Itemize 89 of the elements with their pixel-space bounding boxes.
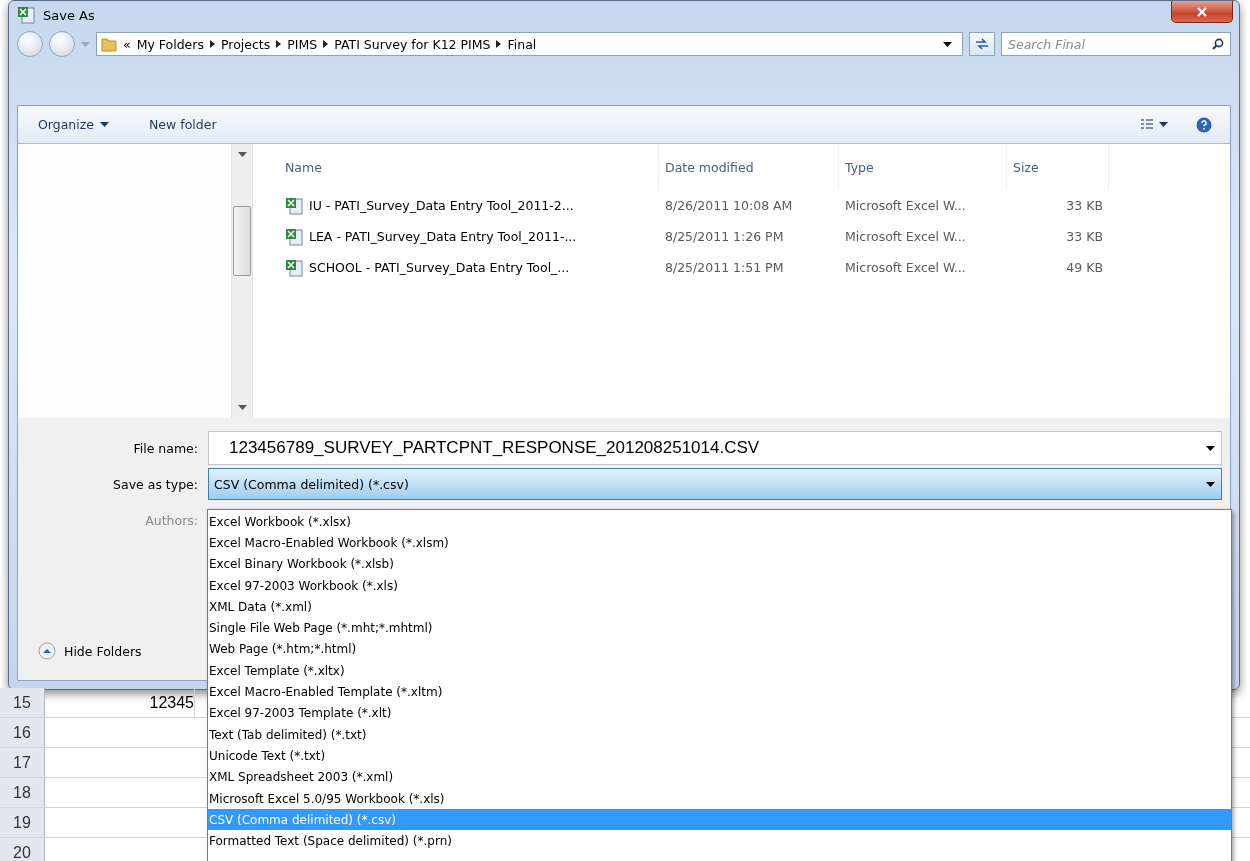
file-name[interactable]: SCHOOL - PATI_Survey_Data Entry Tool_... — [279, 252, 659, 283]
forward-button[interactable] — [49, 31, 75, 57]
file-type-option[interactable]: Formatted Text (Space delimited) (*.prn) — [208, 830, 1231, 852]
address-bar[interactable]: « My Folders Projects PIMS PATI Survey for K12 PIMS Final — [96, 32, 963, 56]
breadcrumb-overflow[interactable]: « — [123, 36, 131, 52]
caret-icon — [1159, 122, 1168, 127]
date-cell-text: 8/25/2011 1:26 PM — [664, 228, 785, 246]
field-label: Authors: — [144, 512, 199, 528]
file-type-option[interactable]: Text (Tab delimited) (*.txt) — [208, 723, 1231, 746]
file-type-option[interactable]: Excel 97-2003 Workbook (*.xls) — [208, 574, 1231, 597]
file-name[interactable]: LEA - PATI_Survey_Data Entry Tool_2011-... — [279, 221, 659, 252]
file-name-field[interactable]: 123456789_SURVEY_PARTCPNT_RESPONSE_201208251014.CSV — [208, 431, 1222, 465]
chevron-right-icon — [323, 40, 329, 48]
sheet-cell: 12345 — [45, 688, 195, 717]
size-cell-text: 33 KB — [1065, 197, 1104, 215]
collapse-icon — [38, 642, 56, 660]
file-type-option[interactable]: Excel 97-2003 Template (*.xlt) — [208, 702, 1231, 724]
file-name[interactable]: IU - PATI_Survey_Data Entry Tool_2011-2... — [279, 190, 659, 221]
breadcrumb-item[interactable]: Final — [507, 36, 537, 52]
caret-icon — [81, 41, 90, 47]
chevron-right-icon — [496, 40, 502, 48]
breadcrumb-item[interactable]: Projects — [220, 36, 271, 52]
row-number: 18 — [0, 778, 45, 807]
window-title: Save As — [43, 7, 95, 23]
close-icon — [1197, 6, 1207, 17]
excel-file-icon — [285, 196, 303, 215]
caret-icon — [1206, 481, 1215, 487]
save-type-dropdown[interactable]: CSV (Comma delimited) (*.csv) — [208, 468, 1222, 500]
organize-button[interactable]: Organize — [38, 117, 109, 132]
file-type-option[interactable]: Web Page (*.htm;*.html) — [208, 638, 1231, 661]
breadcrumb-item[interactable]: PIMS — [287, 36, 318, 52]
size-cell-text: 49 KB — [1065, 259, 1104, 277]
row-number: 16 — [0, 718, 45, 747]
size-cell-text: 33 KB — [1065, 228, 1104, 246]
row-number: 17 — [0, 748, 45, 777]
type-cell-text: Microsoft Excel W... — [844, 197, 967, 215]
caret-icon — [943, 41, 952, 47]
list-view-icon — [1141, 118, 1153, 131]
breadcrumb-item[interactable]: My Folders — [136, 36, 204, 52]
file-type-option[interactable]: Single File Web Page (*.mht;*.mhtml) — [208, 617, 1231, 639]
column-header[interactable]: Date modified — [659, 144, 839, 190]
row-number: 19 — [0, 808, 45, 837]
file-type-option[interactable]: Excel Binary Workbook (*.xlsb) — [208, 553, 1231, 575]
caret-icon — [237, 405, 247, 410]
file-type-option[interactable]: Unicode Text (*.txt) — [208, 745, 1231, 767]
column-header[interactable]: Size — [1007, 144, 1109, 190]
chevron-right-icon — [209, 40, 215, 48]
type-cell-text: Microsoft Excel W... — [844, 228, 967, 246]
file-type-option[interactable]: Excel Macro-Enabled Workbook (*.xlsm) — [208, 532, 1231, 554]
excel-file-icon — [285, 227, 303, 246]
file-type-option[interactable]: XML Spreadsheet 2003 (*.xml) — [208, 766, 1231, 788]
file-type-option[interactable]: Excel Macro-Enabled Template (*.xltm) — [208, 681, 1231, 703]
hide-folders-button[interactable]: Hide Folders — [38, 642, 142, 660]
help-icon — [1196, 116, 1212, 133]
field-label: Save as type: — [112, 476, 199, 492]
refresh-button[interactable] — [969, 32, 995, 56]
help-button[interactable] — [1196, 116, 1212, 133]
scrollbar[interactable] — [231, 144, 253, 418]
caret-icon — [1206, 446, 1215, 451]
column-header[interactable]: Type — [839, 144, 1007, 190]
file-type-option[interactable]: XML Data (*.xml) — [208, 596, 1231, 618]
search-field[interactable]: Search Final — [1001, 32, 1231, 56]
row-number: 15 — [0, 688, 45, 717]
excel-file-icon — [17, 6, 35, 24]
file-name-text: IU - PATI_Survey_Data Entry Tool_2011-2... — [309, 198, 574, 213]
back-button[interactable] — [17, 31, 43, 57]
new-folder-button[interactable]: New folder — [149, 117, 217, 132]
file-name-text: SCHOOL - PATI_Survey_Data Entry Tool_... — [309, 260, 570, 275]
field-label: File name: — [132, 440, 199, 456]
folder-icon — [101, 36, 117, 52]
search-icon — [1212, 38, 1224, 50]
caret-icon — [100, 122, 109, 127]
type-cell-text: Microsoft Excel W... — [844, 259, 967, 277]
refresh-icon — [975, 38, 989, 50]
breadcrumb-item[interactable]: PATI Survey for K12 PIMS — [334, 36, 491, 52]
file-type-option[interactable]: Excel Workbook (*.xlsx) — [208, 511, 1231, 533]
close-button[interactable] — [1171, 1, 1233, 23]
caret-icon — [237, 152, 247, 157]
scroll-thumb[interactable] — [233, 206, 251, 276]
chevron-right-icon — [276, 40, 282, 48]
date-cell-text: 8/25/2011 1:51 PM — [664, 259, 785, 277]
column-header[interactable]: Name — [279, 144, 659, 190]
file-type-option[interactable]: Microsoft Excel 5.0/95 Workbook (*.xls) — [208, 787, 1231, 810]
file-name-text: LEA - PATI_Survey_Data Entry Tool_2011-... — [309, 229, 577, 244]
row-number: 20 — [0, 838, 45, 861]
view-options-button[interactable] — [1141, 118, 1168, 131]
file-type-option[interactable]: Excel Template (*.xltx) — [208, 660, 1231, 682]
excel-file-icon — [285, 258, 303, 277]
date-cell-text: 8/26/2011 10:08 AM — [664, 197, 794, 215]
